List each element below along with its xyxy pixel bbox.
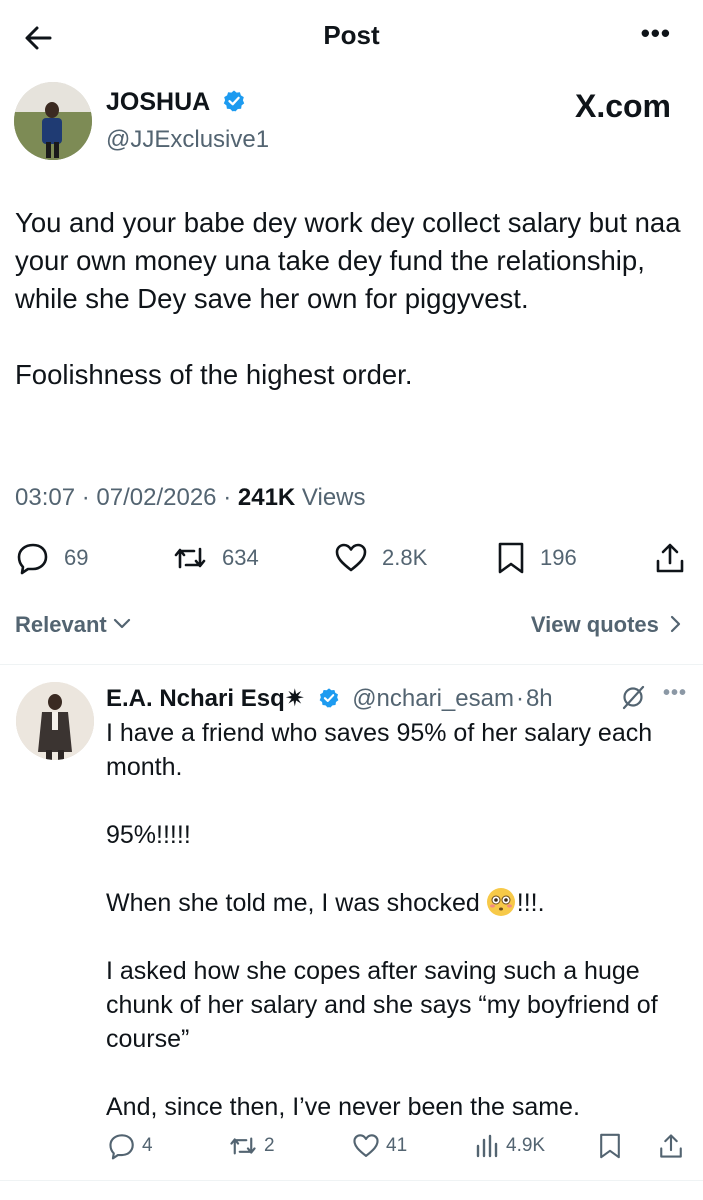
reply-paragraph: 95%!!!!! <box>106 821 191 849</box>
heart-icon <box>335 543 367 572</box>
chevron-right-icon <box>670 615 681 633</box>
divider <box>0 664 703 665</box>
tweet-action-bar: 69 634 2.8K 196 <box>0 536 703 580</box>
sort-dropdown[interactable]: Relevant <box>15 612 131 638</box>
reply-action-bar: 4 2 41 4.9K <box>0 1128 703 1164</box>
divider <box>0 1180 703 1181</box>
author-avatar[interactable] <box>14 82 92 160</box>
reply-like-button[interactable]: 41 <box>352 1128 407 1164</box>
reply-bookmark-button[interactable] <box>598 1128 628 1164</box>
reply-author-name[interactable]: E.A. Nchari Esq✷ <box>106 685 305 712</box>
reply-author-avatar[interactable] <box>16 682 94 760</box>
page-title: Post <box>323 20 380 50</box>
reply-icon <box>109 1134 134 1160</box>
meta-separator: · <box>223 484 232 511</box>
tweet-paragraph: Foolishness of the highest order. <box>15 359 413 390</box>
reply-views-button[interactable]: 4.9K <box>474 1128 545 1164</box>
author-name-row[interactable]: JOSHUA <box>106 88 246 117</box>
share-button[interactable] <box>654 536 700 580</box>
view-quotes-label: View quotes <box>530 612 659 637</box>
avatar-photo <box>14 82 92 160</box>
meta-separator: · <box>515 685 524 712</box>
reply-reply-count: 4 <box>142 1135 153 1156</box>
flushed-face-emoji-icon <box>486 888 515 916</box>
grok-icon <box>622 685 645 710</box>
grok-button[interactable] <box>620 684 646 715</box>
reply-paragraph: And, since then, I’ve never been the sam… <box>106 1093 580 1121</box>
reply-author-handle[interactable]: @nchari_esam <box>352 685 514 712</box>
repost-icon <box>174 547 206 569</box>
reply-repost-count: 2 <box>264 1135 275 1156</box>
top-bar: Post ••• <box>0 0 703 72</box>
reply-paragraph: I have a friend who saves 95% of her sal… <box>106 719 653 781</box>
sort-label: Relevant <box>15 612 107 637</box>
share-icon <box>660 1134 682 1158</box>
view-quotes-link[interactable]: View quotes <box>531 612 683 638</box>
heart-icon <box>353 1134 379 1157</box>
reply-author-row: E.A. Nchari Esq✷ @nchari_esam·8h <box>106 684 553 713</box>
bookmark-button[interactable]: 196 <box>496 536 577 580</box>
reply-text: I have a friend who saves 95% of her sal… <box>106 716 686 1158</box>
meta-separator: · <box>81 484 90 511</box>
views-count: 241K <box>237 484 296 511</box>
author-name[interactable]: JOSHUA <box>106 88 209 116</box>
author-handle[interactable]: @JJExclusive1 <box>106 126 269 154</box>
verified-badge-icon <box>224 90 245 112</box>
bookmark-icon <box>600 1133 620 1159</box>
tweet-date[interactable]: 07/02/2026 <box>96 484 216 511</box>
reply-exclaim: !!!. <box>516 889 545 917</box>
like-button[interactable]: 2.8K <box>334 536 427 580</box>
tweet-time[interactable]: 03:07 <box>15 484 75 511</box>
reply-count: 69 <box>64 545 89 570</box>
reply-paragraph: I asked how she copes after saving such … <box>106 957 658 1053</box>
reply-sentence: When she told me, I was shocked <box>106 889 480 917</box>
reply-share-button[interactable] <box>658 1128 690 1164</box>
verified-badge-icon <box>319 688 338 708</box>
views-label: Views <box>301 484 366 511</box>
repost-count: 634 <box>222 545 259 570</box>
repost-icon <box>230 1137 256 1155</box>
like-count: 2.8K <box>382 545 428 570</box>
reply-icon <box>17 543 48 575</box>
avatar-photo <box>16 682 94 760</box>
share-icon <box>656 543 684 573</box>
bookmark-icon <box>498 542 524 574</box>
tweet-meta: 03:07 · 07/02/2026 · 241K Views <box>15 484 366 512</box>
chevron-down-icon <box>113 618 130 629</box>
reply-repost-button[interactable]: 2 <box>228 1128 275 1164</box>
reply-button[interactable]: 69 <box>16 536 88 580</box>
repost-button[interactable]: 634 <box>172 536 259 580</box>
tweet-text: You and your babe dey work dey collect s… <box>15 204 690 432</box>
analytics-icon <box>476 1134 498 1158</box>
reply-like-count: 41 <box>386 1135 408 1156</box>
tweet-paragraph: You and your babe dey work dey collect s… <box>15 207 681 314</box>
reply-more-button[interactable]: ••• <box>663 682 687 705</box>
reply-views-count: 4.9K <box>506 1135 546 1156</box>
bookmark-count: 196 <box>540 545 577 570</box>
reply-reply-button[interactable]: 4 <box>108 1128 153 1164</box>
x-watermark: X.com <box>574 88 671 124</box>
reply-paragraph: When she told me, I was shocked !!!. <box>106 886 686 920</box>
more-options-button[interactable]: ••• <box>641 18 671 49</box>
reply-time[interactable]: 8h <box>526 685 553 712</box>
